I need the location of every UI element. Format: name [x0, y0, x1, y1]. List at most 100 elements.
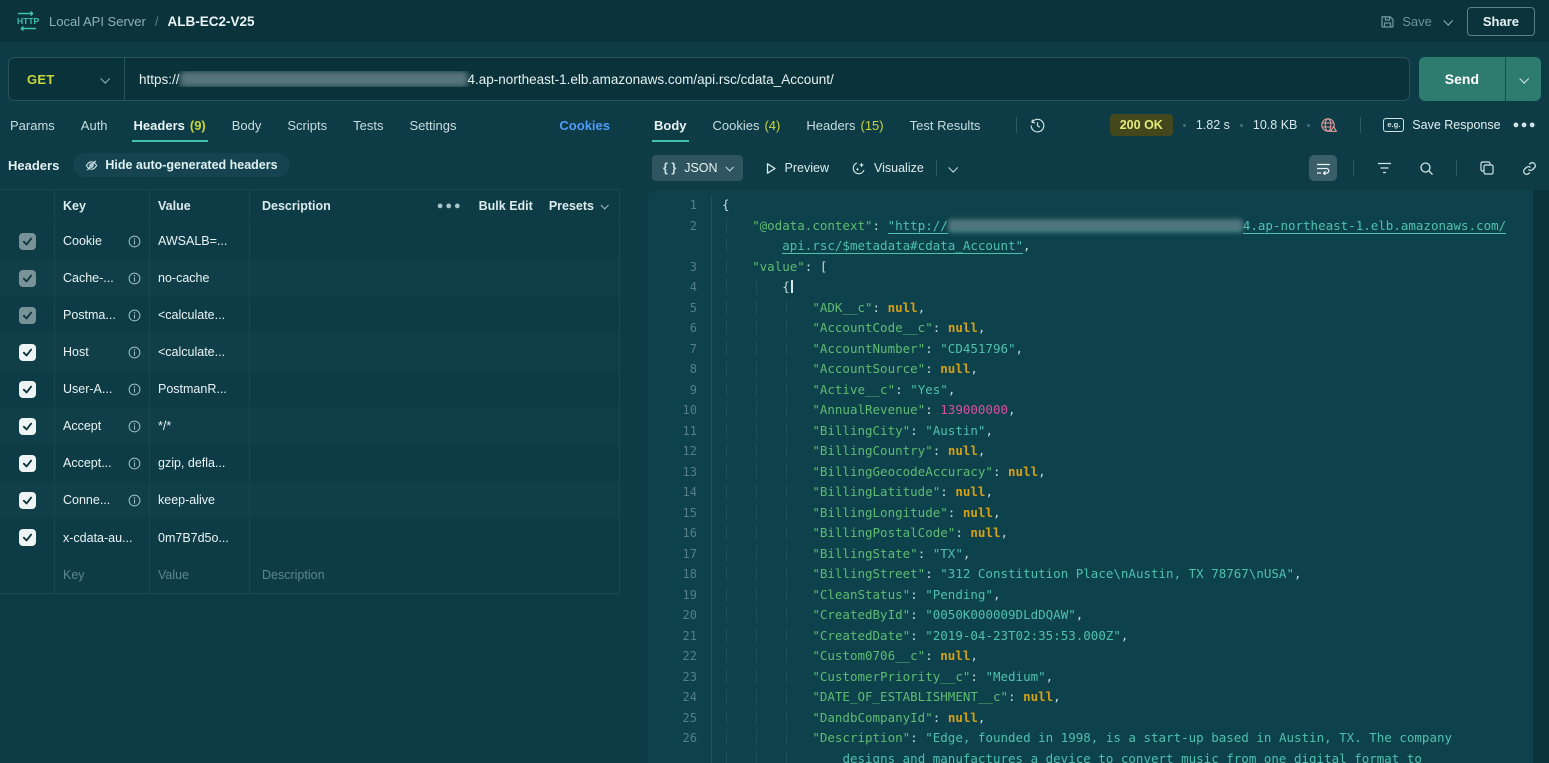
info-icon[interactable]	[128, 272, 141, 285]
header-description-cell[interactable]	[250, 519, 619, 556]
tab-settings[interactable]: Settings	[407, 108, 458, 142]
response-size[interactable]: 10.8 KB	[1253, 118, 1297, 132]
format-select[interactable]: { } JSON	[652, 155, 743, 181]
save-button[interactable]: Save	[1380, 14, 1432, 29]
header-checkbox[interactable]	[19, 418, 36, 435]
line-number: 11	[648, 421, 712, 442]
info-icon[interactable]	[128, 457, 141, 470]
header-value-cell[interactable]: AWSALB=...	[150, 223, 250, 259]
line-number: 4	[648, 277, 712, 298]
visualize-button[interactable]: Visualize	[851, 161, 924, 176]
link-icon[interactable]	[1515, 155, 1543, 181]
hide-auto-generated-headers-button[interactable]: Hide auto-generated headers	[73, 153, 289, 177]
tab-cookies[interactable]: Cookies(4)	[711, 108, 783, 142]
info-icon[interactable]	[128, 235, 141, 248]
header-checkbox[interactable]	[19, 307, 36, 324]
header-value-cell[interactable]: no-cache	[150, 260, 250, 296]
header-description-cell[interactable]	[250, 445, 619, 481]
line-number: 25	[648, 708, 712, 729]
share-button[interactable]: Share	[1467, 7, 1535, 36]
info-icon[interactable]	[128, 346, 141, 359]
header-checkbox[interactable]	[19, 344, 36, 361]
header-value-cell[interactable]: keep-alive	[150, 482, 250, 518]
header-description-cell[interactable]	[250, 297, 619, 333]
column-options-icon[interactable]: ●●●	[437, 200, 463, 212]
cookies-link[interactable]: Cookies	[559, 118, 610, 133]
tab-auth[interactable]: Auth	[79, 108, 110, 142]
tab-body[interactable]: Body	[652, 108, 689, 142]
header-description-cell[interactable]	[250, 334, 619, 370]
header-key-cell[interactable]: Cache-...	[55, 260, 150, 296]
header-checkbox[interactable]	[19, 492, 36, 509]
tab-body[interactable]: Body	[230, 108, 264, 142]
presets-dropdown[interactable]: Presets	[549, 199, 607, 213]
method-select[interactable]: GET	[9, 58, 125, 100]
url-link[interactable]: api.rsc/$metadata#cdata_Account"	[782, 238, 1023, 254]
header-description-cell[interactable]	[250, 408, 619, 444]
header-row-x-cdata-au: x-cdata-au...0m7B7d5o...	[0, 519, 619, 556]
header-value-cell[interactable]: PostmanR...	[150, 371, 250, 407]
tab-tests[interactable]: Tests	[351, 108, 385, 142]
response-history-icon[interactable]	[1029, 117, 1046, 134]
header-description-cell[interactable]	[250, 260, 619, 296]
header-description-cell[interactable]	[250, 482, 619, 518]
info-icon[interactable]	[128, 309, 141, 322]
tab-headers[interactable]: Headers(9)	[132, 108, 208, 142]
header-key-cell[interactable]: Host	[55, 334, 150, 370]
header-checkbox[interactable]	[19, 270, 36, 287]
save-response-button[interactable]: e.g. Save Response	[1383, 118, 1500, 132]
url-input[interactable]: https://4.ap-northeast-1.elb.amazonaws.c…	[125, 71, 1409, 87]
search-icon[interactable]	[1412, 155, 1440, 181]
visualize-options-chevron-icon[interactable]	[948, 162, 958, 172]
header-checkbox[interactable]	[19, 233, 36, 250]
network-info-icon[interactable]	[1320, 117, 1338, 134]
header-key-cell[interactable]: x-cdata-au...	[55, 519, 150, 556]
new-value-input[interactable]: Value	[150, 556, 250, 593]
header-description-cell[interactable]	[250, 371, 619, 407]
url-link[interactable]: "http://	[888, 218, 948, 234]
preview-button[interactable]: Preview	[765, 161, 829, 175]
request-title[interactable]: ALB-EC2-V25	[167, 14, 254, 29]
header-checkbox[interactable]	[19, 381, 36, 398]
scrollbar[interactable]	[1532, 190, 1549, 763]
header-value-cell[interactable]: gzip, defla...	[150, 445, 250, 481]
header-key-cell[interactable]: Accept	[55, 408, 150, 444]
wrap-lines-button[interactable]	[1309, 155, 1337, 181]
info-icon[interactable]	[128, 420, 141, 433]
new-description-input[interactable]: Description	[250, 556, 619, 593]
response-more-options-icon[interactable]: ●●●	[1513, 119, 1537, 131]
presets-chevron-icon	[600, 201, 608, 209]
header-key-cell[interactable]: Accept...	[55, 445, 150, 481]
header-key-cell[interactable]: Conne...	[55, 482, 150, 518]
tab-params[interactable]: Params	[8, 108, 57, 142]
header-checkbox[interactable]	[19, 455, 36, 472]
header-value-cell[interactable]: <calculate...	[150, 334, 250, 370]
tab-test-results[interactable]: Test Results	[908, 108, 983, 142]
header-value-cell[interactable]: 0m7B7d5o...	[150, 519, 250, 556]
line-number: 13	[648, 462, 712, 483]
tab-headers[interactable]: Headers(15)	[804, 108, 885, 142]
header-description-cell[interactable]	[250, 223, 619, 259]
info-icon[interactable]	[128, 383, 141, 396]
filter-icon[interactable]	[1370, 155, 1398, 181]
status-badge[interactable]: 200 OK	[1110, 114, 1173, 136]
header-key: Postma...	[63, 308, 116, 322]
header-value-cell[interactable]: */*	[150, 408, 250, 444]
header-key-cell[interactable]: Postma...	[55, 297, 150, 333]
header-checkbox[interactable]	[19, 529, 36, 546]
tab-scripts[interactable]: Scripts	[285, 108, 329, 142]
copy-icon[interactable]	[1473, 155, 1501, 181]
new-key-input[interactable]: Key	[55, 556, 150, 593]
header-key-cell[interactable]: User-A...	[55, 371, 150, 407]
send-options-button[interactable]	[1505, 57, 1541, 101]
info-icon[interactable]	[128, 494, 141, 507]
save-options-chevron-icon[interactable]	[1443, 15, 1453, 25]
breadcrumb-collection[interactable]: Local API Server	[49, 14, 146, 29]
send-button[interactable]: Send	[1419, 57, 1505, 101]
bulk-edit-button[interactable]: Bulk Edit	[479, 199, 533, 213]
response-time[interactable]: 1.82 s	[1196, 118, 1230, 132]
line-number: 2	[648, 216, 712, 237]
header-value-cell[interactable]: <calculate...	[150, 297, 250, 333]
url-link[interactable]: 4.ap-northeast-1.elb.amazonaws.com/	[1243, 218, 1506, 234]
header-key-cell[interactable]: Cookie	[55, 223, 150, 259]
